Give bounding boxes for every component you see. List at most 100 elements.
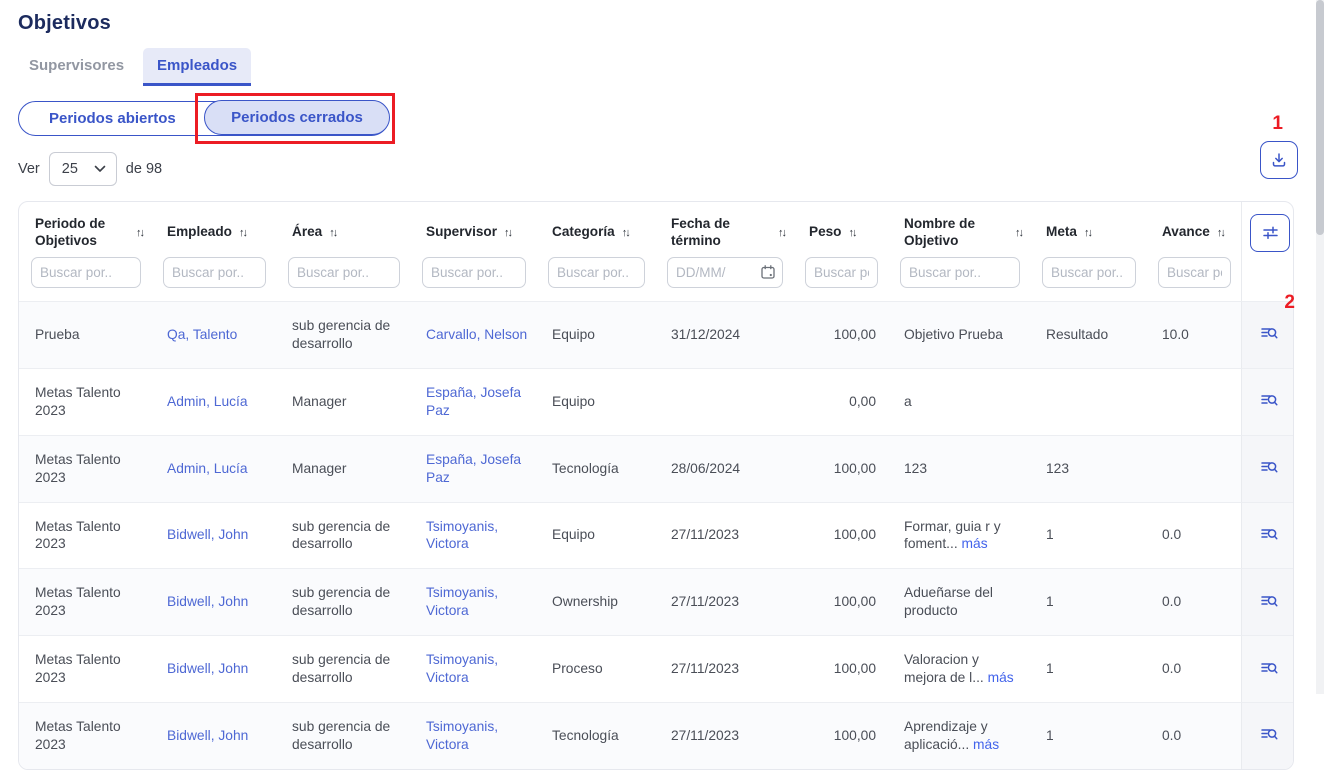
periodos-abiertos-button[interactable]: Periodos abiertos: [19, 102, 206, 135]
cell-actions: [1241, 635, 1294, 702]
table-row: Metas Talento 2023 Bidwell, John sub ger…: [19, 568, 1294, 635]
download-button[interactable]: [1260, 141, 1298, 179]
supervisor-link[interactable]: Tsimoyanis, Victora: [426, 585, 498, 618]
cell-avance: [1146, 435, 1241, 502]
sort-icon[interactable]: ↑↓: [136, 227, 145, 239]
supervisor-link[interactable]: Tsimoyanis, Victora: [426, 719, 498, 752]
filter-empleado-input[interactable]: [163, 257, 266, 288]
sort-icon[interactable]: ↑↓: [504, 227, 513, 239]
cell-supervisor: Tsimoyanis, Victora: [410, 502, 536, 569]
filter-meta-input[interactable]: [1042, 257, 1136, 288]
cell-supervisor: Carvallo, Nelson: [410, 301, 536, 368]
sort-icon[interactable]: ↑↓: [1084, 227, 1093, 239]
cell-periodo: Metas Talento 2023: [19, 702, 151, 769]
sort-icon[interactable]: ↑↓: [329, 227, 338, 239]
cell-avance: 0.0: [1146, 568, 1241, 635]
sort-icon[interactable]: ↑↓: [1015, 227, 1024, 239]
cell-categoria: Proceso: [536, 635, 655, 702]
supervisor-link[interactable]: Tsimoyanis, Victora: [426, 519, 498, 552]
objective-name: Objetivo Prueba: [904, 327, 1003, 342]
empleado-link[interactable]: Bidwell, John: [167, 728, 248, 743]
annotation-step-1: 1: [1272, 114, 1283, 133]
mas-link[interactable]: más: [973, 737, 999, 752]
cell-empleado: Qa, Talento: [151, 301, 276, 368]
table-row: Metas Talento 2023 Bidwell, John sub ger…: [19, 635, 1294, 702]
col-periodo-label: Periodo de Objetivos: [35, 216, 129, 250]
objective-name: Adueñarse del producto: [904, 585, 993, 618]
cell-actions: [1241, 568, 1294, 635]
cell-periodo: Metas Talento 2023: [19, 435, 151, 502]
cell-meta: Resultado: [1030, 301, 1146, 368]
tab-supervisores[interactable]: Supervisores: [18, 48, 135, 86]
cell-avance: [1146, 368, 1241, 435]
row-detail-button[interactable]: [1257, 589, 1281, 613]
sort-icon[interactable]: ↑↓: [622, 227, 631, 239]
filter-area-input[interactable]: [288, 257, 400, 288]
row-detail-button[interactable]: [1257, 722, 1281, 746]
filter-periodo-input[interactable]: [31, 257, 141, 288]
scrollbar-thumb[interactable]: [1316, 0, 1324, 235]
cell-meta: 1: [1030, 702, 1146, 769]
table-body: Prueba Qa, Talento sub gerencia de desar…: [19, 301, 1294, 769]
cell-area: sub gerencia de desarrollo: [276, 702, 410, 769]
row-detail-button[interactable]: [1257, 522, 1281, 546]
cell-peso: 100,00: [793, 702, 888, 769]
sort-icon[interactable]: ↑↓: [1217, 227, 1226, 239]
chevron-down-icon: [94, 165, 106, 173]
tab-empleados[interactable]: Empleados: [143, 48, 251, 86]
sort-icon[interactable]: ↑↓: [849, 227, 858, 239]
vertical-scrollbar[interactable]: [1316, 0, 1324, 694]
cell-meta: [1030, 368, 1146, 435]
cell-periodo: Metas Talento 2023: [19, 568, 151, 635]
sort-icon[interactable]: ↑↓: [239, 227, 248, 239]
row-detail-button[interactable]: [1257, 388, 1281, 412]
sort-icon[interactable]: ↑↓: [778, 227, 787, 239]
download-icon: [1270, 151, 1288, 169]
cell-fecha: 31/12/2024: [655, 301, 793, 368]
cell-peso: 100,00: [793, 301, 888, 368]
table-row: Metas Talento 2023 Bidwell, John sub ger…: [19, 702, 1294, 769]
cell-peso: 100,00: [793, 635, 888, 702]
filter-peso-input[interactable]: [805, 257, 878, 288]
empleado-link[interactable]: Admin, Lucía: [167, 394, 248, 409]
empleado-link[interactable]: Bidwell, John: [167, 661, 248, 676]
row-detail-button[interactable]: [1257, 455, 1281, 479]
supervisor-link[interactable]: España, Josefa Paz: [426, 385, 521, 418]
row-detail-button[interactable]: [1257, 321, 1281, 345]
mas-link[interactable]: más: [988, 670, 1014, 685]
column-settings-button[interactable]: [1250, 214, 1290, 252]
supervisor-link[interactable]: España, Josefa Paz: [426, 452, 521, 485]
supervisor-link[interactable]: Carvallo, Nelson: [426, 327, 527, 342]
empleado-link[interactable]: Bidwell, John: [167, 594, 248, 609]
filter-categoria-input[interactable]: [548, 257, 645, 288]
table-row: Metas Talento 2023 Bidwell, John sub ger…: [19, 502, 1294, 569]
page-size-select[interactable]: 25: [49, 152, 117, 186]
cell-meta: 123: [1030, 435, 1146, 502]
list-search-icon: [1259, 323, 1279, 343]
col-categoria-label: Categoría: [552, 224, 615, 241]
list-search-icon: [1259, 457, 1279, 477]
col-area-label: Área: [292, 224, 322, 241]
col-supervisor-label: Supervisor: [426, 224, 497, 241]
filter-supervisor-input[interactable]: [422, 257, 526, 288]
filter-nombre-input[interactable]: [900, 257, 1020, 288]
filter-avance-input[interactable]: [1158, 257, 1231, 288]
cell-periodo: Prueba: [19, 301, 151, 368]
cell-nombre: Valoracion y mejora de l... más: [888, 635, 1030, 702]
page-size-label: Ver: [18, 161, 40, 177]
empleado-link[interactable]: Admin, Lucía: [167, 461, 248, 476]
col-meta-label: Meta: [1046, 224, 1077, 241]
empleado-link[interactable]: Qa, Talento: [167, 327, 237, 342]
mas-link[interactable]: más: [962, 536, 988, 551]
cell-supervisor: España, Josefa Paz: [410, 435, 536, 502]
empleado-link[interactable]: Bidwell, John: [167, 527, 248, 542]
row-detail-button[interactable]: [1257, 656, 1281, 680]
cell-nombre: Adueñarse del producto: [888, 568, 1030, 635]
cell-nombre: Formar, guia r y foment... más: [888, 502, 1030, 569]
calendar-icon[interactable]: [760, 264, 776, 280]
cell-avance: 0.0: [1146, 635, 1241, 702]
supervisor-link[interactable]: Tsimoyanis, Victora: [426, 652, 498, 685]
cell-actions: [1241, 702, 1294, 769]
periodos-cerrados-button[interactable]: Periodos cerrados: [204, 100, 390, 135]
cell-area: Manager: [276, 368, 410, 435]
